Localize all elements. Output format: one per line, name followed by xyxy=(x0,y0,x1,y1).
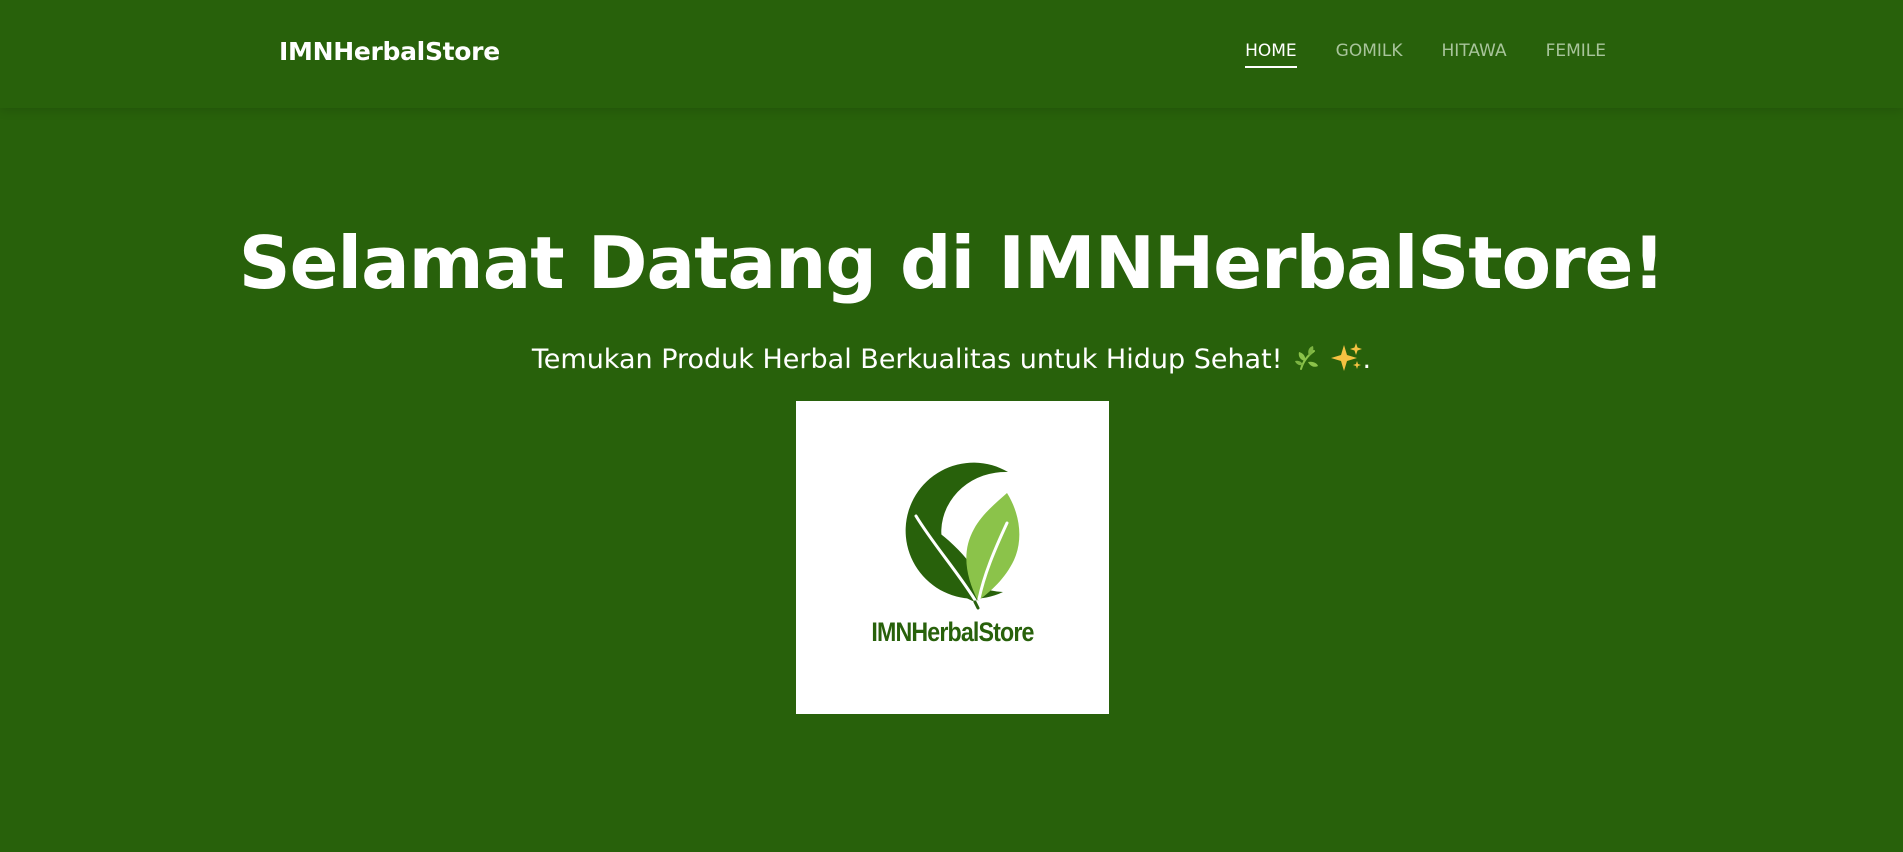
herb-icon xyxy=(1293,344,1321,383)
leaf-logo-icon xyxy=(905,462,1020,610)
hero-subtitle-text: Temukan Produk Herbal Berkualitas untuk … xyxy=(531,344,1283,375)
hero-subtitle: Temukan Produk Herbal Berkualitas untuk … xyxy=(0,341,1903,383)
nav-link-hitawa[interactable]: HITAWA xyxy=(1442,40,1507,66)
logo-wordmark: IMNHerbalStore xyxy=(871,617,1034,647)
hero-title: Selamat Datang di IMNHerbalStore! xyxy=(238,221,1666,305)
top-navbar: IMNHerbalStore HOME GOMILK HITAWA FEMILE xyxy=(0,0,1903,108)
nav-link-home[interactable]: HOME xyxy=(1245,40,1297,68)
sparkles-icon xyxy=(1330,342,1363,383)
brand-link[interactable]: IMNHerbalStore xyxy=(279,37,500,67)
store-logo: IMNHerbalStore xyxy=(796,401,1109,714)
nav-link-gomilk[interactable]: GOMILK xyxy=(1336,40,1403,66)
nav-link-femile[interactable]: FEMILE xyxy=(1546,40,1606,66)
hero-subtitle-period: . xyxy=(1362,344,1372,375)
main-navigation: HOME GOMILK HITAWA FEMILE xyxy=(1245,40,1606,68)
